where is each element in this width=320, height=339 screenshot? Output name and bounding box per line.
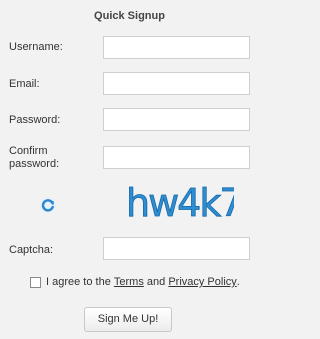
confirm-password-label: Confirm password: xyxy=(9,145,59,171)
username-input[interactable] xyxy=(103,36,250,59)
agree-suffix: . xyxy=(236,276,240,288)
username-label: Username: xyxy=(9,41,63,53)
refresh-icon[interactable] xyxy=(39,196,57,214)
agree-and: and xyxy=(143,276,169,288)
password-input[interactable] xyxy=(103,108,250,131)
email-input[interactable] xyxy=(103,72,250,95)
captcha-image: hw4k7 xyxy=(126,181,234,225)
captcha-label: Captcha: xyxy=(9,244,54,256)
confirm-password-label-line1: Confirm xyxy=(9,145,48,157)
agree-checkbox[interactable] xyxy=(30,276,41,288)
terms-link[interactable]: Terms xyxy=(114,276,144,288)
email-label: Email: xyxy=(9,78,40,90)
captcha-image-text: hw4k7 xyxy=(126,181,234,225)
privacy-policy-link[interactable]: Privacy Policy xyxy=(168,276,236,288)
sign-me-up-button[interactable]: Sign Me Up! xyxy=(84,307,172,332)
confirm-password-label-line2: password: xyxy=(9,158,60,170)
form-title: Quick Signup xyxy=(94,10,165,22)
agree-row: I agree to the Terms and Privacy Policy … xyxy=(30,276,240,288)
captcha-input[interactable] xyxy=(103,237,250,260)
password-label: Password: xyxy=(9,114,61,126)
confirm-password-input[interactable] xyxy=(103,146,250,169)
agree-prefix: I agree to the xyxy=(46,276,114,288)
